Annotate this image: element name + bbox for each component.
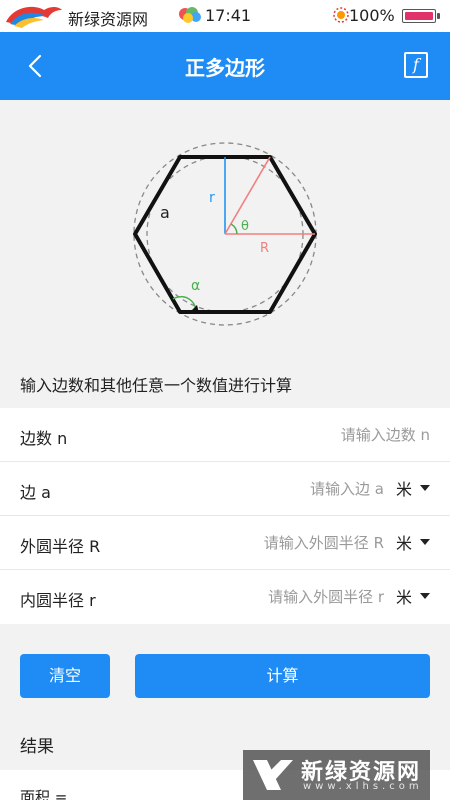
sun-icon (333, 7, 349, 23)
form-row-outer-radius: 外圆半径 R 米 (0, 516, 450, 570)
caret-down-icon (420, 485, 430, 491)
sides-label: 边数 n (20, 429, 68, 448)
unit-value: 米 (395, 534, 412, 553)
clear-button[interactable]: 清空 (20, 654, 110, 698)
watermark-logo-icon (253, 760, 293, 790)
sides-input[interactable] (230, 420, 430, 450)
balloon-icon (179, 7, 201, 23)
watermark: 新绿资源网 www.xlhs.com (243, 750, 430, 800)
side-length-label: 边 a (20, 483, 51, 502)
horse-logo-icon (6, 6, 62, 28)
formula-button[interactable]: f (404, 52, 428, 78)
caret-down-icon (420, 539, 430, 545)
battery-percentage: 100% (349, 6, 395, 25)
outer-radius-unit-select[interactable]: 米 (396, 530, 430, 556)
outer-radius-label: 外圆半径 R (20, 537, 101, 556)
battery-icon (402, 9, 440, 23)
label-vertex-angle: α (191, 278, 200, 294)
status-bar: 新绿资源网 17:41 100% (0, 0, 450, 32)
label-side-a: a (160, 203, 170, 222)
label-outer-radius: R (260, 241, 269, 256)
form-row-sides: 边数 n (0, 408, 450, 462)
watermark-url: www.xlhs.com (303, 781, 423, 792)
inner-radius-input[interactable] (184, 582, 384, 612)
label-center-angle: θ (241, 219, 249, 234)
form-row-inner-radius: 内圆半径 r 米 (0, 570, 450, 624)
page-title: 正多边形 (185, 56, 265, 80)
app-bar: 正多边形 f (0, 32, 450, 100)
formula-icon: f (413, 55, 419, 74)
unit-value: 米 (395, 588, 412, 607)
center-angle-arc (230, 223, 238, 235)
calculate-button[interactable]: 计算 (135, 654, 430, 698)
polygon-diagram: a r R θ α (0, 100, 450, 355)
status-time: 17:41 (205, 6, 252, 25)
status-brand: 新绿资源网 (68, 10, 149, 29)
inner-radius-unit-select[interactable]: 米 (396, 584, 430, 610)
caret-down-icon (420, 593, 430, 599)
outer-radius-input[interactable] (184, 528, 384, 558)
form-row-side-length: 边 a 米 (0, 462, 450, 516)
input-form: 边数 n 边 a 米 外圆半径 R 米 内圆半径 r 米 (0, 408, 450, 624)
result-title: 结果 (20, 737, 54, 757)
side-length-input[interactable] (184, 474, 384, 504)
label-inner-radius: r (209, 190, 215, 206)
side-length-unit-select[interactable]: 米 (396, 476, 430, 502)
unit-value: 米 (395, 480, 412, 499)
area-label: 面积 = (20, 788, 68, 800)
instruction-text: 输入边数和其他任意一个数值进行计算 (20, 376, 293, 395)
hexagon-figure: a r R θ α (133, 142, 317, 326)
inner-radius-label: 内圆半径 r (20, 591, 96, 610)
